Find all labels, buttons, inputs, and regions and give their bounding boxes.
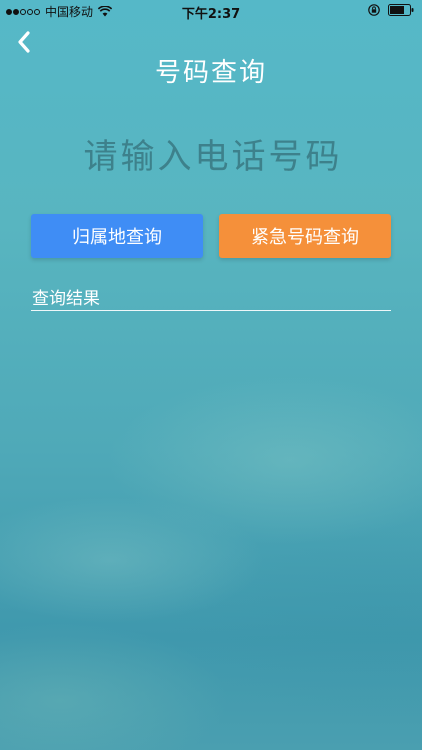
- attribution-query-button[interactable]: 归属地查询: [31, 214, 203, 258]
- query-result-label: 查询结果: [32, 289, 100, 309]
- phone-number-input[interactable]: [30, 126, 396, 188]
- chevron-left-icon: [18, 31, 30, 53]
- page-title: 号码查询: [154, 58, 267, 88]
- status-time: 下午2:37: [181, 7, 241, 22]
- emergency-number-query-button[interactable]: 紧急号码查询: [219, 214, 391, 258]
- result-divider: [31, 310, 391, 311]
- battery-icon: [388, 4, 414, 16]
- status-right: [368, 4, 414, 16]
- status-bar: 中国移动 下午2:37: [0, 0, 422, 22]
- rotation-lock-icon: [368, 4, 380, 16]
